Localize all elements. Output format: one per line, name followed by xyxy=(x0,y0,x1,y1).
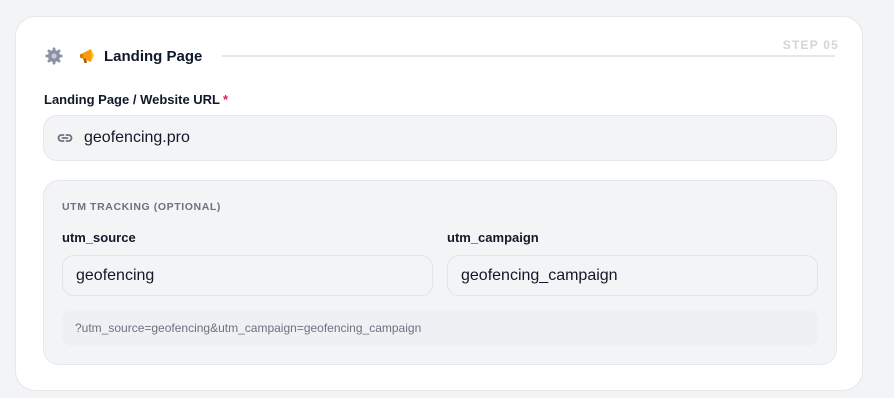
section-header: Landing Page xyxy=(44,45,202,67)
landing-page-step-card: STEP 05 Landing Page Landing Page / Webs… xyxy=(15,16,863,391)
utm-source-label: utm_source xyxy=(62,230,136,245)
url-field-label: Landing Page / Website URL * xyxy=(44,92,228,107)
url-field[interactable] xyxy=(43,115,837,161)
link-icon xyxy=(56,129,74,147)
required-marker: * xyxy=(223,92,229,107)
step-label: STEP 05 xyxy=(782,38,839,52)
utm-preview: ?utm_source=geofencing&utm_campaign=geof… xyxy=(62,310,818,346)
megaphone-icon xyxy=(78,46,98,66)
utm-campaign-input[interactable] xyxy=(447,255,818,296)
utm-campaign-label: utm_campaign xyxy=(447,230,539,245)
url-input[interactable] xyxy=(84,129,784,147)
gear-icon[interactable] xyxy=(44,46,64,66)
utm-heading: UTM TRACKING (OPTIONAL) xyxy=(62,201,222,213)
utm-source-input[interactable] xyxy=(62,255,433,296)
utm-tracking-panel: UTM TRACKING (OPTIONAL) utm_source utm_c… xyxy=(43,180,837,365)
header-divider xyxy=(222,55,835,57)
url-label-text: Landing Page / Website URL xyxy=(44,92,221,107)
page-title: Landing Page xyxy=(104,47,203,65)
